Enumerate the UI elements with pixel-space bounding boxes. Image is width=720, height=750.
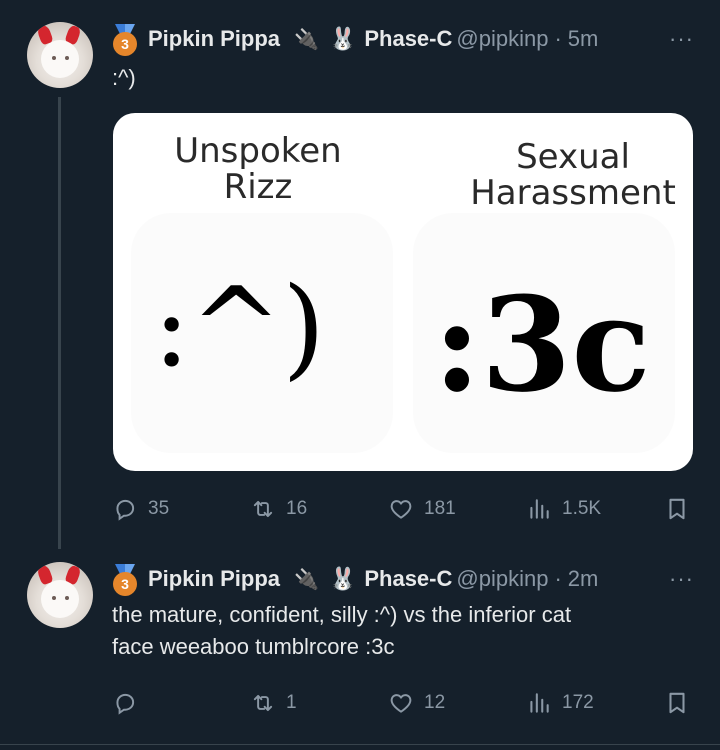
author-handle[interactable]: @pipkinp xyxy=(456,566,548,592)
author-affiliation: Phase-C xyxy=(364,566,453,591)
like-count: 181 xyxy=(424,498,456,519)
retweet-icon xyxy=(253,694,273,712)
views-button[interactable]: 172 xyxy=(526,686,594,720)
medal-badge-icon: 3 xyxy=(112,564,138,596)
avatar[interactable] xyxy=(27,562,93,628)
plug-emoji: 🔌 xyxy=(294,568,319,591)
reply-icon xyxy=(116,499,135,521)
views-chart-icon xyxy=(530,693,549,713)
avatar-eye xyxy=(52,596,56,600)
more-options-icon[interactable]: ··· xyxy=(669,22,694,56)
retweet-icon xyxy=(253,500,273,518)
avatar-eye xyxy=(65,596,69,600)
tweet-header: 3 Pipkin Pippa 🔌 🐰 Phase-C @pipkinp · 5m xyxy=(112,22,598,56)
image-caption-right: Sexual Harassment xyxy=(470,137,676,213)
image-caption-left: Unspoken Rizz xyxy=(174,131,342,207)
avatar-eye xyxy=(65,56,69,60)
bookmark-icon xyxy=(669,692,685,714)
tweet-text-line: the mature, confident, silly :^) vs the … xyxy=(112,602,572,627)
avatar[interactable] xyxy=(27,22,93,88)
views-button[interactable]: 1.5K xyxy=(526,492,601,526)
plug-emoji: 🔌 xyxy=(294,28,319,51)
author-name[interactable]: Pipkin Pippa xyxy=(148,26,280,52)
emoticon-left: :^) xyxy=(153,263,326,391)
bookmark-button[interactable] xyxy=(664,686,700,720)
reply-icon xyxy=(116,693,135,715)
retweet-button[interactable]: 1 xyxy=(250,686,297,720)
retweet-count: 16 xyxy=(286,498,308,519)
avatar-eye xyxy=(52,56,56,60)
reply-button[interactable]: 35 xyxy=(112,492,169,526)
tweet-timestamp[interactable]: 2m xyxy=(568,566,599,592)
bookmark-button[interactable] xyxy=(664,492,700,526)
separator-dot: · xyxy=(554,26,562,51)
bunny-emoji: 🐰 xyxy=(328,26,357,51)
divider xyxy=(0,744,720,745)
emoticon-right: :3c xyxy=(433,268,651,421)
like-button[interactable]: 12 xyxy=(388,686,445,720)
reply-button[interactable] xyxy=(112,686,148,720)
tweet-timestamp[interactable]: 5m xyxy=(568,26,599,52)
avatar-face xyxy=(41,580,79,618)
author-name[interactable]: Pipkin Pippa xyxy=(148,566,280,592)
views-count: 1.5K xyxy=(562,498,602,519)
heart-icon xyxy=(390,500,412,519)
tweet-actions: 1 12 172 xyxy=(112,686,692,720)
like-button[interactable]: 181 xyxy=(388,492,456,526)
thread-line xyxy=(58,97,61,549)
heart-icon xyxy=(390,694,412,713)
avatar-face xyxy=(41,40,79,78)
views-count: 172 xyxy=(562,692,594,713)
separator-dot: · xyxy=(554,566,562,591)
bookmark-icon xyxy=(669,498,685,520)
tweet-actions: 35 16 181 1.5K xyxy=(112,492,692,526)
tweet-text: the mature, confident, silly :^) vs the … xyxy=(112,599,571,663)
tweet-text-line: face weeaboo tumblrcore :3c xyxy=(112,634,395,659)
medal-badge-icon: 3 xyxy=(112,24,138,56)
tweet-text: :^) xyxy=(112,65,136,90)
retweet-count: 1 xyxy=(286,692,297,713)
author-affiliation: Phase-C xyxy=(364,26,453,51)
like-count: 12 xyxy=(424,692,446,713)
bunny-emoji: 🐰 xyxy=(328,566,357,591)
retweet-button[interactable]: 16 xyxy=(250,492,307,526)
views-chart-icon xyxy=(530,499,549,519)
reply-count: 35 xyxy=(148,498,170,519)
more-options-icon[interactable]: ··· xyxy=(669,562,694,596)
tweet-image[interactable]: Unspoken Rizz Sexual Harassment :^) :3c xyxy=(113,113,693,471)
tweet-header: 3 Pipkin Pippa 🔌 🐰 Phase-C @pipkinp · 2m xyxy=(112,562,598,596)
author-handle[interactable]: @pipkinp xyxy=(456,26,548,52)
